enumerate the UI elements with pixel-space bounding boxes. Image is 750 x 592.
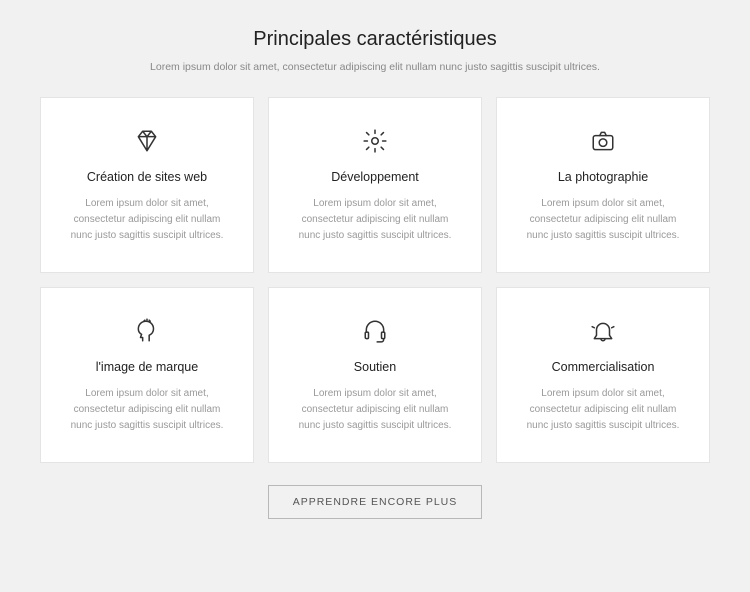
card-desc: Lorem ipsum dolor sit amet, consectetur …	[519, 196, 687, 244]
feature-card-support: Soutien Lorem ipsum dolor sit amet, cons…	[268, 287, 482, 463]
cta-wrap: APPRENDRE ENCORE PLUS	[40, 485, 710, 519]
card-title: Soutien	[354, 360, 396, 374]
card-title: Développement	[331, 170, 419, 184]
card-title: La photographie	[558, 170, 648, 184]
gear-icon	[362, 128, 388, 154]
feature-card-photo: La photographie Lorem ipsum dolor sit am…	[496, 97, 710, 273]
card-title: l'image de marque	[96, 360, 198, 374]
bell-icon	[590, 318, 616, 344]
camera-icon	[590, 128, 616, 154]
card-title: Commercialisation	[552, 360, 655, 374]
card-desc: Lorem ipsum dolor sit amet, consectetur …	[63, 386, 231, 434]
feature-card-dev: Développement Lorem ipsum dolor sit amet…	[268, 97, 482, 273]
card-desc: Lorem ipsum dolor sit amet, consectetur …	[291, 386, 459, 434]
page-title: Principales caractéristiques	[40, 28, 710, 51]
feature-card-marketing: Commercialisation Lorem ipsum dolor sit …	[496, 287, 710, 463]
card-desc: Lorem ipsum dolor sit amet, consectetur …	[519, 386, 687, 434]
head-ideas-icon	[134, 318, 160, 344]
card-desc: Lorem ipsum dolor sit amet, consectetur …	[63, 196, 231, 244]
headset-icon	[362, 318, 388, 344]
page-subtitle: Lorem ipsum dolor sit amet, consectetur …	[40, 61, 710, 73]
card-title: Création de sites web	[87, 170, 207, 184]
diamond-icon	[134, 128, 160, 154]
card-desc: Lorem ipsum dolor sit amet, consectetur …	[291, 196, 459, 244]
feature-card-web: Création de sites web Lorem ipsum dolor …	[40, 97, 254, 273]
learn-more-button[interactable]: APPRENDRE ENCORE PLUS	[268, 485, 483, 519]
feature-card-brand: l'image de marque Lorem ipsum dolor sit …	[40, 287, 254, 463]
feature-grid: Création de sites web Lorem ipsum dolor …	[40, 97, 710, 463]
